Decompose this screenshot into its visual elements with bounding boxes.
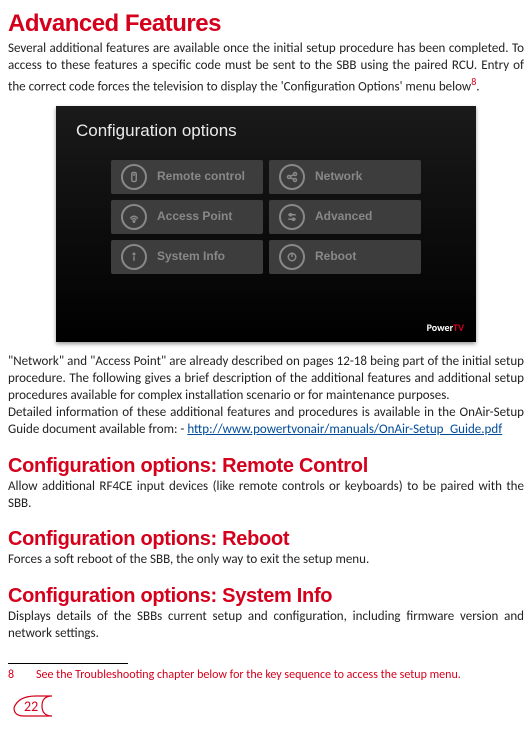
- page-footer: 22: [8, 694, 524, 724]
- footnote-text: See the Troubleshooting chapter below fo…: [36, 668, 461, 682]
- tv-option-label: Remote control: [157, 169, 245, 185]
- tv-option-label: Reboot: [315, 249, 356, 265]
- info-icon: [121, 244, 147, 270]
- tv-option-label: Advanced: [315, 209, 372, 225]
- section-body: Forces a soft reboot of the SBB, the onl…: [8, 552, 524, 569]
- page-title: Advanced Features: [8, 8, 524, 39]
- tv-option-label: Network: [315, 169, 362, 185]
- tv-option-network: Network: [269, 160, 421, 194]
- onair-guide-link[interactable]: http://www.powertvonair/manuals/OnAir-Se…: [187, 422, 502, 437]
- tv-button-grid: Remote control Network Access Point Advance…: [111, 160, 421, 274]
- paragraph-detailed-info: Detailed information of these additional…: [8, 405, 524, 439]
- section-body: Displays details of the SBBs current set…: [8, 609, 524, 643]
- sliders-icon: [279, 204, 305, 230]
- tv-screen: Configuration options Remote control Netw…: [56, 106, 476, 342]
- page-number: 22: [24, 698, 38, 716]
- reboot-icon: [279, 244, 305, 270]
- intro-period: .: [476, 79, 479, 94]
- tv-option-info: System Info: [111, 240, 263, 274]
- tv-screen-title: Configuration options: [56, 106, 476, 142]
- intro-text: Several additional features are availabl…: [8, 41, 524, 94]
- tv-option-remote: Remote control: [111, 160, 263, 194]
- sections: Configuration options: Remote ControlAll…: [8, 453, 524, 643]
- tv-option-reboot: Reboot: [269, 240, 421, 274]
- section-body: Allow additional RF4CE input devices (li…: [8, 479, 524, 513]
- configuration-screenshot: Configuration options Remote control Netw…: [8, 106, 524, 342]
- network-icon: [279, 164, 305, 190]
- section-heading: Configuration options: Remote Control: [8, 453, 524, 479]
- tv-option-wifi: Access Point: [111, 200, 263, 234]
- logo-tv: TV: [453, 321, 464, 334]
- footnote-8: 8See the Troubleshooting chapter below f…: [8, 668, 524, 684]
- tv-option-sliders: Advanced: [269, 200, 421, 234]
- section-heading: Configuration options: System Info: [8, 583, 524, 609]
- footnote-rule: [8, 663, 128, 664]
- footnote-number: 8: [8, 668, 36, 684]
- paragraph-network-ap: "Network" and "Access Point" are already…: [8, 354, 524, 405]
- logo-power: Power: [427, 321, 453, 334]
- tv-option-label: Access Point: [157, 209, 232, 225]
- tv-logo: PowerTV: [427, 321, 464, 334]
- intro-paragraph: Several additional features are availabl…: [8, 41, 524, 96]
- remote-icon: [121, 164, 147, 190]
- tv-option-label: System Info: [157, 249, 225, 265]
- section-heading: Configuration options: Reboot: [8, 526, 524, 552]
- wifi-icon: [121, 204, 147, 230]
